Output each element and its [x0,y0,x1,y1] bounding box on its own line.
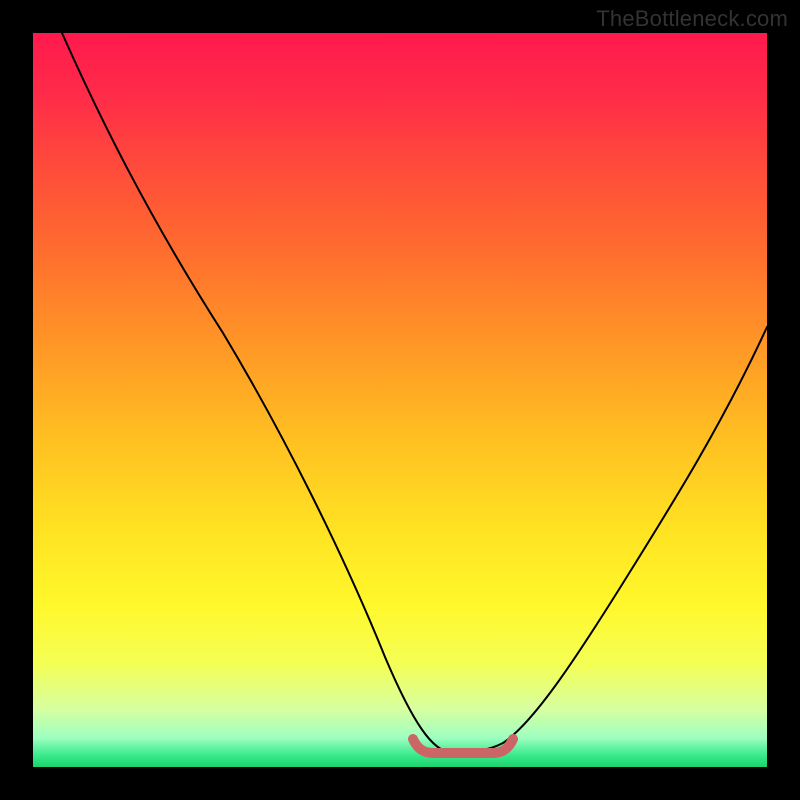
plot-area [33,33,767,767]
watermark-text: TheBottleneck.com [596,6,788,32]
chart-frame: TheBottleneck.com [0,0,800,800]
optimal-range-marker [33,33,767,767]
